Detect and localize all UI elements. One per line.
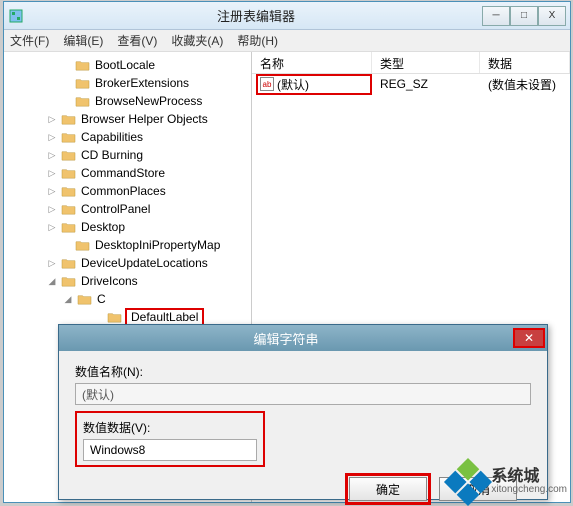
tree-label: CD Burning [79, 148, 145, 162]
tree-item-desktop[interactable]: ▷ Desktop [4, 218, 251, 236]
watermark-logo-icon [444, 458, 492, 506]
tree-item-browser-helper-objects[interactable]: ▷ Browser Helper Objects [4, 110, 251, 128]
folder-icon [61, 203, 76, 216]
value-name: (默认) [277, 76, 309, 93]
value-type: REG_SZ [372, 77, 480, 91]
tree-label: BootLocale [93, 58, 157, 72]
menu-edit[interactable]: 编辑(E) [63, 32, 103, 49]
ok-button[interactable]: 确定 [349, 477, 427, 501]
watermark-url: xitongcheng.com [491, 485, 567, 495]
expand-icon[interactable]: ◢ [62, 294, 74, 305]
expand-icon[interactable]: ▷ [46, 258, 58, 269]
tree-label: DeviceUpdateLocations [79, 256, 210, 270]
tree-label: Desktop [79, 220, 127, 234]
menu-favorites[interactable]: 收藏夹(A) [171, 32, 223, 49]
titlebar: 注册表编辑器 ─ □ X [4, 2, 570, 30]
folder-icon [61, 257, 76, 270]
folder-icon [75, 239, 90, 252]
dialog-titlebar: 编辑字符串 ✕ [59, 325, 547, 351]
regedit-icon [8, 8, 24, 24]
folder-icon [61, 275, 76, 288]
list-row[interactable]: ab (默认) REG_SZ (数值未设置) [252, 74, 570, 94]
value-data: (数值未设置) [480, 76, 570, 93]
tree-item-c[interactable]: ◢C [4, 290, 251, 308]
expand-icon[interactable]: ▷ [46, 132, 58, 143]
folder-icon [75, 59, 90, 72]
col-name[interactable]: 名称 [252, 52, 372, 73]
window-controls: ─ □ X [482, 6, 566, 26]
value-data-input[interactable] [83, 439, 257, 461]
tree-label: BrokerExtensions [93, 76, 191, 90]
tree-item-bootlocale[interactable]: BootLocale [4, 56, 251, 74]
tree-label: DesktopIniPropertyMap [93, 238, 222, 252]
folder-icon [75, 77, 90, 90]
folder-icon [61, 113, 76, 126]
folder-icon [61, 131, 76, 144]
tree-item-deviceupdatelocations[interactable]: ▷ DeviceUpdateLocations [4, 254, 251, 272]
tree-label: Capabilities [79, 130, 145, 144]
tree-label: DriveIcons [79, 274, 140, 288]
tree-label: CommandStore [79, 166, 167, 180]
dialog-close-button[interactable]: ✕ [513, 328, 545, 348]
folder-icon [61, 149, 76, 162]
minimize-button[interactable]: ─ [482, 6, 510, 26]
maximize-button[interactable]: □ [510, 6, 538, 26]
folder-icon [75, 95, 90, 108]
watermark-brand: 系统城 [491, 469, 567, 485]
watermark: 系统城 xitongcheng.com [451, 465, 567, 499]
tree-item-commonplaces[interactable]: ▷ CommonPlaces [4, 182, 251, 200]
string-value-icon: ab [260, 77, 274, 91]
folder-icon [61, 167, 76, 180]
tree-item-cd-burning[interactable]: ▷ CD Burning [4, 146, 251, 164]
col-data[interactable]: 数据 [480, 52, 570, 73]
folder-icon [107, 311, 122, 324]
tree-item-commandstore[interactable]: ▷ CommandStore [4, 164, 251, 182]
dialog-title: 编辑字符串 [59, 329, 513, 348]
expand-icon[interactable]: ▷ [46, 204, 58, 215]
value-data-group: 数值数据(V): [75, 411, 265, 467]
value-name-cell[interactable]: ab (默认) [256, 74, 372, 95]
folder-icon [77, 293, 92, 306]
tree-label: C [95, 292, 108, 306]
expand-icon[interactable]: ▷ [46, 114, 58, 125]
expand-icon[interactable]: ▷ [46, 222, 58, 233]
menu-help[interactable]: 帮助(H) [237, 32, 278, 49]
expand-icon[interactable]: ◢ [46, 276, 58, 287]
expand-icon[interactable]: ▷ [46, 168, 58, 179]
tree-item-driveicons[interactable]: ◢ DriveIcons [4, 272, 251, 290]
watermark-text: 系统城 xitongcheng.com [491, 469, 567, 495]
tree-label: CommonPlaces [79, 184, 168, 198]
expand-icon[interactable]: ▷ [46, 150, 58, 161]
tree-label: Browser Helper Objects [79, 112, 210, 126]
value-name-label: 数值名称(N): [75, 363, 531, 380]
folder-icon [61, 221, 76, 234]
value-data-label: 数值数据(V): [83, 419, 257, 436]
menu-file[interactable]: 文件(F) [10, 32, 49, 49]
menu-view[interactable]: 查看(V) [117, 32, 157, 49]
tree-label: ControlPanel [79, 202, 152, 216]
tree-item-desktopinipropertymap[interactable]: DesktopIniPropertyMap [4, 236, 251, 254]
close-button[interactable]: X [538, 6, 566, 26]
value-name-input[interactable] [75, 383, 531, 405]
menubar: 文件(F) 编辑(E) 查看(V) 收藏夹(A) 帮助(H) [4, 30, 570, 52]
tree-item-brokerextensions[interactable]: BrokerExtensions [4, 74, 251, 92]
folder-icon [61, 185, 76, 198]
tree-item-controlpanel[interactable]: ▷ ControlPanel [4, 200, 251, 218]
tree-label: BrowseNewProcess [93, 94, 204, 108]
tree-item-browsenewprocess[interactable]: BrowseNewProcess [4, 92, 251, 110]
list-header: 名称 类型 数据 [252, 52, 570, 74]
expand-icon[interactable]: ▷ [46, 186, 58, 197]
col-type[interactable]: 类型 [372, 52, 480, 73]
tree-item-capabilities[interactable]: ▷ Capabilities [4, 128, 251, 146]
window-title: 注册表编辑器 [30, 6, 482, 25]
